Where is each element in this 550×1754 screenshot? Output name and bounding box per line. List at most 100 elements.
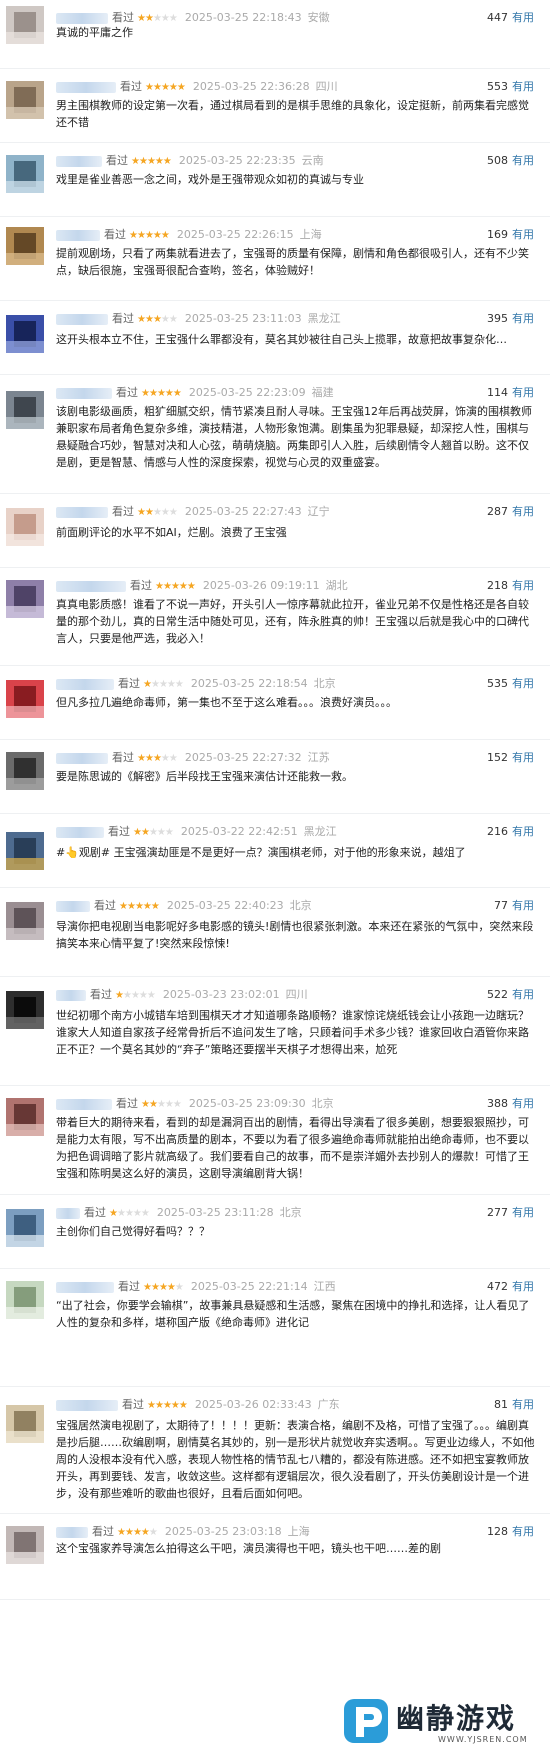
star-icon: ★ bbox=[148, 388, 158, 399]
username-blurred[interactable] bbox=[56, 1281, 114, 1293]
username-blurred[interactable] bbox=[56, 12, 108, 24]
avatar[interactable] bbox=[6, 991, 44, 1029]
avatar[interactable] bbox=[6, 315, 44, 353]
star-icon: ★ bbox=[122, 990, 132, 1001]
username-blurred[interactable] bbox=[56, 900, 90, 912]
avatar[interactable] bbox=[6, 580, 44, 618]
comment-item: 看过 ★★★★★ 2025-03-25 23:03:18 上海 128 有用 这个宝强家养导… bbox=[0, 1514, 550, 1600]
avatar[interactable] bbox=[6, 6, 44, 44]
avatar[interactable] bbox=[6, 752, 44, 790]
username-blurred[interactable] bbox=[56, 580, 126, 592]
useful-button[interactable]: 有用 bbox=[512, 1097, 534, 1110]
watched-label: 看过 bbox=[120, 80, 142, 93]
star-icon: ★ bbox=[124, 1527, 134, 1538]
comment-meta: 看过 ★★★★★ 2025-03-23 23:02:01 四川 522 有用 bbox=[56, 985, 542, 1005]
username-blurred[interactable] bbox=[56, 678, 114, 690]
useful-button[interactable]: 有用 bbox=[512, 751, 534, 764]
username-blurred[interactable] bbox=[56, 989, 86, 1001]
watermark: 幽静游戏 WWW.YJSREN.COM bbox=[340, 1691, 550, 1754]
useful-button[interactable]: 有用 bbox=[512, 154, 534, 167]
comment-time: 2025-03-25 22:27:43 bbox=[184, 505, 302, 518]
avatar[interactable] bbox=[6, 1209, 44, 1247]
star-icon: ★ bbox=[142, 901, 152, 912]
watched-label: 看过 bbox=[112, 11, 134, 24]
username-blurred[interactable] bbox=[56, 752, 108, 764]
username-blurred[interactable] bbox=[56, 387, 112, 399]
comment-location: 四川 bbox=[285, 988, 308, 1001]
useful-button[interactable]: 有用 bbox=[512, 899, 534, 912]
avatar[interactable] bbox=[6, 155, 44, 193]
username-blurred[interactable] bbox=[56, 229, 100, 241]
star-icon: ★ bbox=[134, 901, 144, 912]
username-blurred[interactable] bbox=[56, 313, 108, 325]
star-icon: ★ bbox=[140, 827, 150, 838]
comment-time: 2025-03-25 22:36:28 bbox=[192, 80, 310, 93]
username-blurred[interactable] bbox=[56, 1207, 80, 1219]
useful-button[interactable]: 有用 bbox=[512, 1398, 534, 1411]
username-blurred[interactable] bbox=[56, 1399, 118, 1411]
star-icon: ★ bbox=[178, 581, 188, 592]
star-icon: ★ bbox=[148, 827, 158, 838]
star-icon: ★ bbox=[141, 388, 150, 399]
comment-meta: 看过 ★★★★★ 2025-03-25 23:09:30 北京 388 有用 bbox=[56, 1094, 542, 1114]
vote-area: 277 有用 bbox=[487, 1203, 534, 1223]
useful-button[interactable]: 有用 bbox=[512, 1280, 534, 1293]
useful-button[interactable]: 有用 bbox=[512, 1206, 534, 1219]
useful-button[interactable]: 有用 bbox=[512, 825, 534, 838]
star-icon: ★ bbox=[150, 679, 160, 690]
comment-location: 广东 bbox=[317, 1398, 340, 1411]
username-blurred[interactable] bbox=[56, 1098, 112, 1110]
useful-button[interactable]: 有用 bbox=[512, 312, 534, 325]
avatar[interactable] bbox=[6, 227, 44, 265]
star-icon: ★ bbox=[132, 1208, 142, 1219]
comment-item: 看过 ★★★★★ 2025-03-25 23:11:03 黑龙江 395 有用 这开头根本立… bbox=[0, 301, 550, 375]
avatar[interactable] bbox=[6, 1526, 44, 1564]
username-blurred[interactable] bbox=[56, 1526, 88, 1538]
star-icon: ★ bbox=[170, 581, 180, 592]
useful-button[interactable]: 有用 bbox=[512, 677, 534, 690]
username-blurred[interactable] bbox=[56, 81, 116, 93]
divider bbox=[0, 1599, 550, 1600]
comment-text: 世纪初哪个南方小城错车培到围棋天才才知道哪条路顺畅？谁家惊诧烧纸钱会让小孩跑一边… bbox=[56, 1009, 529, 1056]
avatar[interactable] bbox=[6, 391, 44, 429]
star-icon: ★ bbox=[162, 581, 172, 592]
useful-button[interactable]: 有用 bbox=[512, 988, 534, 1001]
avatar[interactable] bbox=[6, 902, 44, 940]
useful-button[interactable]: 有用 bbox=[512, 386, 534, 399]
star-icon: ★ bbox=[148, 1099, 158, 1110]
avatar[interactable] bbox=[6, 81, 44, 119]
comment-location: 北京 bbox=[313, 677, 336, 690]
vote-area: 77 有用 bbox=[494, 896, 534, 916]
star-icon: ★ bbox=[164, 1099, 174, 1110]
avatar[interactable] bbox=[6, 508, 44, 546]
star-icon: ★ bbox=[162, 156, 172, 167]
watched-label: 看过 bbox=[116, 1097, 138, 1110]
useful-button[interactable]: 有用 bbox=[512, 228, 534, 241]
useful-button[interactable]: 有用 bbox=[512, 1525, 534, 1538]
useful-button[interactable]: 有用 bbox=[512, 505, 534, 518]
useful-button[interactable]: 有用 bbox=[512, 579, 534, 592]
avatar[interactable] bbox=[6, 680, 44, 718]
comment-item: 看过 ★★★★★ 2025-03-26 02:33:43 广东 81 有用 宝强居然演电视剧… bbox=[0, 1387, 550, 1514]
rating-stars: ★★★★★ bbox=[131, 152, 172, 172]
useful-button[interactable]: 有用 bbox=[512, 80, 534, 93]
comment-meta: 看过 ★★★★★ 2025-03-25 22:21:14 江西 472 有用 bbox=[56, 1277, 542, 1297]
star-icon: ★ bbox=[186, 581, 196, 592]
avatar[interactable] bbox=[6, 1098, 44, 1136]
useful-button[interactable]: 有用 bbox=[512, 11, 534, 24]
star-icon: ★ bbox=[166, 679, 176, 690]
comment-item: 看过 ★★★★★ 2025-03-25 22:23:09 福建 114 有用 该剧电影级画质… bbox=[0, 375, 550, 494]
username-blurred[interactable] bbox=[56, 155, 102, 167]
username-blurred[interactable] bbox=[56, 506, 108, 518]
vote-count: 81 bbox=[494, 1398, 508, 1411]
comment-location: 黑龙江 bbox=[307, 312, 341, 325]
avatar[interactable] bbox=[6, 1405, 44, 1443]
avatar[interactable] bbox=[6, 1281, 44, 1319]
comment-time: 2025-03-25 23:09:30 bbox=[188, 1097, 306, 1110]
username-blurred[interactable] bbox=[56, 826, 104, 838]
star-icon: ★ bbox=[150, 1282, 160, 1293]
vote-count: 508 bbox=[487, 154, 508, 167]
avatar[interactable] bbox=[6, 832, 44, 870]
comment-time: 2025-03-25 22:18:54 bbox=[190, 677, 308, 690]
comment-text: 这个宝强家养导演怎么拍得这么干吧，演员演得也干吧，镜头也干吧……差的剧 bbox=[56, 1542, 441, 1555]
